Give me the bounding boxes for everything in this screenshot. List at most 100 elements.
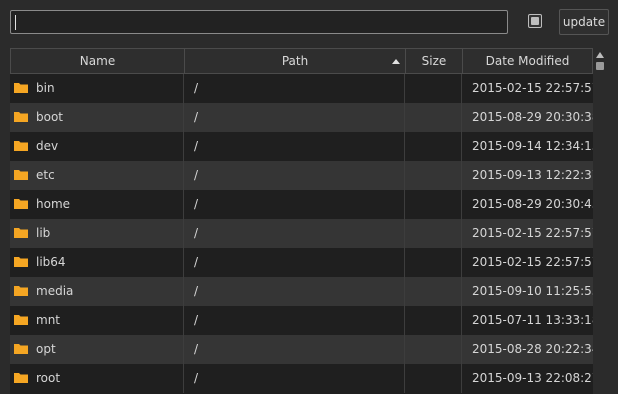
cell-name-text: lib <box>36 226 51 240</box>
cell-name: home <box>10 190 184 219</box>
table-row[interactable]: mnt / 2015-07-11 13:33:18 <box>10 306 593 335</box>
cell-path-text: / <box>194 110 199 124</box>
cell-path-text: / <box>194 371 199 385</box>
table-row[interactable]: opt / 2015-08-28 20:22:34 <box>10 335 593 364</box>
cell-size <box>405 74 462 103</box>
cell-path-text: / <box>194 226 199 240</box>
folder-icon <box>14 257 28 267</box>
cell-date-text: 2015-02-15 22:57:57 <box>472 81 593 95</box>
folder-icon <box>14 228 28 238</box>
cell-path: / <box>184 103 405 132</box>
folder-icon <box>14 141 28 151</box>
cell-date: 2015-02-15 22:57:57 <box>462 74 593 103</box>
cell-size <box>405 277 462 306</box>
table-row[interactable]: root / 2015-09-13 22:08:27 <box>10 364 593 393</box>
cell-name: mnt <box>10 306 184 335</box>
table-row[interactable]: lib64 / 2015-02-15 22:57:57 <box>10 248 593 277</box>
cell-name-text: media <box>36 284 74 298</box>
cell-path: / <box>184 364 405 393</box>
cell-path: / <box>184 190 405 219</box>
cell-date-text: 2015-09-13 22:08:27 <box>472 371 593 385</box>
table-row[interactable]: boot / 2015-08-29 20:30:38 <box>10 103 593 132</box>
folder-icon <box>14 112 28 122</box>
text-caret <box>15 15 16 30</box>
cell-name: bin <box>10 74 184 103</box>
cell-date-text: 2015-08-28 20:22:34 <box>472 342 593 356</box>
cell-date-text: 2015-08-29 20:30:38 <box>472 110 593 124</box>
cell-name: lib <box>10 219 184 248</box>
vertical-scrollbar[interactable] <box>593 48 607 394</box>
cell-name: opt <box>10 335 184 364</box>
cell-name-text: mnt <box>36 313 60 327</box>
cell-size <box>405 364 462 393</box>
cell-date: 2015-08-29 20:30:38 <box>462 103 593 132</box>
scroll-up-icon[interactable] <box>596 52 604 58</box>
cell-date: 2015-02-15 22:57:57 <box>462 248 593 277</box>
cell-name-text: root <box>36 371 61 385</box>
cell-path: / <box>184 335 405 364</box>
search-input[interactable] <box>10 10 508 34</box>
cell-path: / <box>184 306 405 335</box>
folder-icon <box>14 199 28 209</box>
cell-name-text: dev <box>36 139 59 153</box>
cell-date-text: 2015-08-29 20:30:45 <box>472 197 593 211</box>
table-row[interactable]: home / 2015-08-29 20:30:45 <box>10 190 593 219</box>
cell-size <box>405 335 462 364</box>
cell-date: 2015-09-13 22:08:27 <box>462 364 593 393</box>
column-header-path[interactable]: Path <box>185 49 406 73</box>
cell-path: / <box>184 277 405 306</box>
cell-size <box>405 103 462 132</box>
folder-icon <box>14 286 28 296</box>
cell-path: / <box>184 132 405 161</box>
update-button[interactable]: update <box>559 9 609 35</box>
folder-icon <box>14 344 28 354</box>
cell-name-text: etc <box>36 168 55 182</box>
cell-date: 2015-09-14 12:34:15 <box>462 132 593 161</box>
cell-date: 2015-09-10 11:25:55 <box>462 277 593 306</box>
cell-name-text: boot <box>36 110 64 124</box>
filter-checkbox[interactable] <box>528 14 542 28</box>
cell-name: etc <box>10 161 184 190</box>
cell-date: 2015-08-28 20:22:34 <box>462 335 593 364</box>
cell-name-text: home <box>36 197 71 211</box>
cell-path-text: / <box>194 81 199 95</box>
cell-path: / <box>184 74 405 103</box>
cell-name: media <box>10 277 184 306</box>
checkbox-mark <box>531 17 539 25</box>
folder-icon <box>14 83 28 93</box>
cell-date-text: 2015-07-11 13:33:18 <box>472 313 593 327</box>
cell-name: lib64 <box>10 248 184 277</box>
cell-date-text: 2015-09-14 12:34:15 <box>472 139 593 153</box>
cell-date: 2015-09-13 12:22:37 <box>462 161 593 190</box>
column-header-date-modified[interactable]: Date Modified <box>463 49 592 73</box>
folder-icon <box>14 170 28 180</box>
cell-date-text: 2015-09-10 11:25:55 <box>472 284 593 298</box>
cell-name-text: lib64 <box>36 255 66 269</box>
cell-path: / <box>184 161 405 190</box>
cell-size <box>405 248 462 277</box>
cell-path: / <box>184 219 405 248</box>
cell-date: 2015-02-15 22:57:57 <box>462 219 593 248</box>
cell-name: boot <box>10 103 184 132</box>
scroll-thumb[interactable] <box>596 62 604 70</box>
table-row[interactable]: media / 2015-09-10 11:25:55 <box>10 277 593 306</box>
table-row[interactable]: bin / 2015-02-15 22:57:57 <box>10 74 593 103</box>
column-header-size[interactable]: Size <box>406 49 463 73</box>
cell-size <box>405 219 462 248</box>
table-row[interactable]: lib / 2015-02-15 22:57:57 <box>10 219 593 248</box>
cell-date-text: 2015-02-15 22:57:57 <box>472 255 593 269</box>
sort-ascending-icon <box>392 59 400 64</box>
cell-date-text: 2015-02-15 22:57:57 <box>472 226 593 240</box>
cell-name: dev <box>10 132 184 161</box>
cell-date: 2015-07-11 13:33:18 <box>462 306 593 335</box>
table-row[interactable]: dev / 2015-09-14 12:34:15 <box>10 132 593 161</box>
cell-name: root <box>10 364 184 393</box>
cell-size <box>405 190 462 219</box>
folder-icon <box>14 315 28 325</box>
cell-path-text: / <box>194 255 199 269</box>
column-header-path-label: Path <box>281 54 309 68</box>
cell-size <box>405 161 462 190</box>
table-row[interactable]: etc / 2015-09-13 12:22:37 <box>10 161 593 190</box>
cell-date: 2015-08-29 20:30:45 <box>462 190 593 219</box>
column-header-name[interactable]: Name <box>11 49 185 73</box>
